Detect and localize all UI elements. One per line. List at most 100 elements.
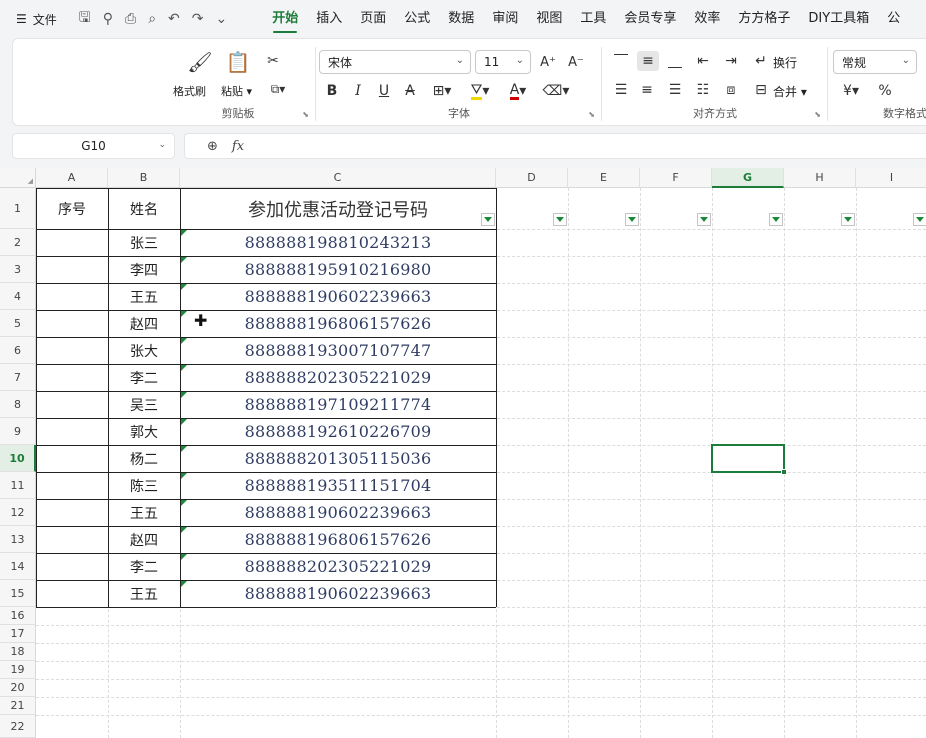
decrease-indent-icon[interactable]: ⇤ (693, 51, 713, 71)
align-top-icon[interactable]: ⎺ (611, 51, 631, 71)
align-bottom-icon[interactable]: ⎽ (665, 51, 685, 71)
number-cell[interactable]: 888888192610226709 (180, 418, 496, 445)
row-header-13[interactable]: 13 (0, 526, 36, 553)
format-painter-icon[interactable]: 🖌 (187, 49, 213, 75)
decrease-font-icon[interactable]: A⁻ (565, 52, 587, 72)
row-header-19[interactable]: 19 (0, 661, 36, 679)
font-size-select[interactable]: 11 ⌄ (475, 50, 531, 74)
filter-dropdown-button[interactable] (481, 213, 495, 226)
tab-5[interactable]: 审阅 (483, 0, 527, 38)
tab-3[interactable]: 公式 (395, 0, 439, 38)
print-icon[interactable]: ⎙ (125, 11, 136, 27)
name-cell[interactable]: 张大 (108, 337, 180, 364)
table-cell[interactable] (36, 310, 108, 337)
align-right-icon[interactable]: ☰ (665, 80, 685, 100)
wrap-text-label[interactable]: 换行 (773, 54, 797, 71)
filter-dropdown-button[interactable] (913, 213, 926, 226)
row-header-12[interactable]: 12 (0, 499, 36, 526)
bold-icon[interactable]: B (323, 81, 341, 101)
paste-icon[interactable]: 📋 (225, 49, 251, 75)
header-cell-c[interactable]: 参加优惠活动登记号码 (180, 188, 496, 229)
header-cell-a[interactable]: 序号 (36, 188, 108, 229)
tab-10[interactable]: 方方格子 (729, 0, 799, 38)
tab-12[interactable]: 公 (878, 0, 909, 38)
copy-icon[interactable]: ⧉▾ (263, 79, 293, 99)
border-icon[interactable]: ⊞▾ (427, 81, 457, 101)
tab-9[interactable]: 效率 (685, 0, 729, 38)
row-header-2[interactable]: 2 (0, 229, 36, 256)
name-cell[interactable]: 王五 (108, 499, 180, 526)
chevron-down-icon[interactable]: ⌄ (216, 11, 228, 27)
selected-cell[interactable] (711, 444, 787, 475)
number-cell[interactable]: 888888193511151704 (180, 472, 496, 499)
column-header-e[interactable]: E (568, 168, 640, 188)
cut-icon[interactable]: ✂ (263, 51, 283, 71)
table-cell[interactable] (36, 256, 108, 283)
tab-1[interactable]: 插入 (307, 0, 351, 38)
italic-icon[interactable]: I (349, 81, 367, 101)
table-cell[interactable] (36, 472, 108, 499)
number-cell[interactable]: 888888190602239663 (180, 499, 496, 526)
formula-bar[interactable]: ⊕ fx (184, 133, 926, 159)
name-cell[interactable]: 郭大 (108, 418, 180, 445)
row-header-15[interactable]: 15 (0, 580, 36, 607)
row-header-7[interactable]: 7 (0, 364, 36, 391)
row-header-20[interactable]: 20 (0, 679, 36, 697)
table-cell[interactable] (36, 229, 108, 256)
dialog-launcher-icon[interactable]: ⬊ (814, 110, 821, 119)
number-cell[interactable]: 888888196806157626 (180, 310, 496, 337)
align-middle-icon[interactable]: ≡ (637, 51, 659, 71)
number-cell[interactable]: 888888198810243213 (180, 229, 496, 256)
number-cell[interactable]: 888888190602239663 (180, 580, 496, 607)
justify-icon[interactable]: ☷ (693, 80, 713, 100)
redo-icon[interactable]: ↷ (192, 11, 204, 27)
row-header-14[interactable]: 14 (0, 553, 36, 580)
distribute-icon[interactable]: ⧈ (721, 80, 741, 100)
fx-icon[interactable]: fx (232, 139, 244, 154)
clear-format-icon[interactable]: ⌫▾ (541, 81, 571, 101)
tab-8[interactable]: 会员专享 (615, 0, 685, 38)
row-header-18[interactable]: 18 (0, 643, 36, 661)
row-header-9[interactable]: 9 (0, 418, 36, 445)
tab-7[interactable]: 工具 (571, 0, 615, 38)
undo-icon[interactable]: ↶ (168, 11, 180, 27)
number-cell[interactable]: 888888202305221029 (180, 553, 496, 580)
name-cell[interactable]: 赵四 (108, 310, 180, 337)
file-menu[interactable]: ☰ 文件 (0, 11, 57, 28)
column-header-d[interactable]: D (496, 168, 568, 188)
table-cell[interactable] (36, 526, 108, 553)
name-cell[interactable]: 王五 (108, 283, 180, 310)
share-icon[interactable]: ⚲ (103, 11, 113, 27)
filter-dropdown-button[interactable] (841, 213, 855, 226)
column-header-g[interactable]: G (712, 168, 784, 188)
table-cell[interactable] (36, 364, 108, 391)
name-cell[interactable]: 王五 (108, 580, 180, 607)
column-header-a[interactable]: A (36, 168, 108, 188)
print-preview-icon[interactable]: ⌕ (148, 11, 156, 27)
tab-11[interactable]: DIY工具箱 (799, 0, 878, 38)
row-header-17[interactable]: 17 (0, 625, 36, 643)
filter-dropdown-button[interactable] (553, 213, 567, 226)
increase-indent-icon[interactable]: ⇥ (721, 51, 741, 71)
percent-icon[interactable]: % (875, 81, 895, 101)
name-cell[interactable]: 赵四 (108, 526, 180, 553)
name-cell[interactable]: 陈三 (108, 472, 180, 499)
strikethrough-icon[interactable]: A (401, 81, 419, 101)
row-header-5[interactable]: 5 (0, 310, 36, 337)
filter-dropdown-button[interactable] (697, 213, 711, 226)
number-cell[interactable]: 888888195910216980 (180, 256, 496, 283)
table-cell[interactable] (36, 445, 108, 472)
name-cell[interactable]: 李二 (108, 553, 180, 580)
row-header-6[interactable]: 6 (0, 337, 36, 364)
column-header-c[interactable]: C (180, 168, 496, 188)
number-format-select[interactable]: 常规 ⌄ (833, 50, 917, 74)
column-header-f[interactable]: F (640, 168, 712, 188)
column-header-b[interactable]: B (108, 168, 180, 188)
name-box[interactable]: G10 ⌄ (12, 133, 175, 159)
name-cell[interactable]: 李二 (108, 364, 180, 391)
row-header-4[interactable]: 4 (0, 283, 36, 310)
fill-handle[interactable] (781, 469, 787, 475)
tab-4[interactable]: 数据 (439, 0, 483, 38)
row-header-11[interactable]: 11 (0, 472, 36, 499)
font-color-icon[interactable]: A ▾ (503, 81, 533, 101)
